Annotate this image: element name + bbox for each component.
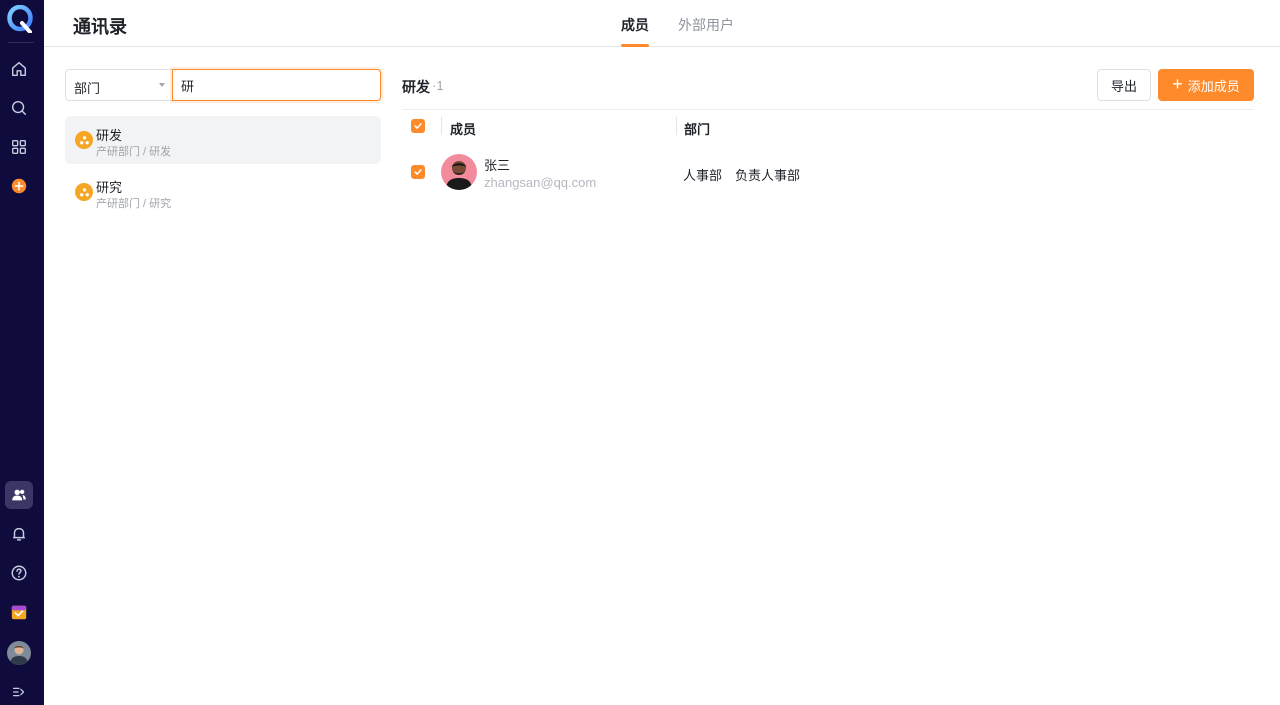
department-icon [75,131,93,149]
department-search-input[interactable] [172,69,381,101]
expand-sidebar-icon[interactable] [8,681,30,703]
column-separator [676,117,677,135]
chevron-down-icon [159,83,165,87]
member-list-title: 研发 [402,79,430,95]
department-name: 研究 [96,180,123,195]
column-header-member: 成员 [450,122,477,137]
sidebar-divider [8,42,34,43]
department-path: 产研部门 / 研发 [96,146,172,158]
contacts-icon[interactable] [8,484,30,506]
add-circle-icon[interactable] [8,175,30,197]
bell-icon[interactable] [8,523,30,545]
divider [402,109,1254,110]
add-member-label: 添加成员 [1187,78,1240,94]
app-logo[interactable] [7,4,33,34]
help-icon[interactable] [8,562,30,584]
page-title: 通讯录 [73,17,127,37]
apps-grid-icon[interactable] [8,136,30,158]
add-member-button[interactable]: + 添加成员 [1158,69,1254,101]
member-avatar [441,154,477,190]
row-checkbox[interactable] [411,165,425,179]
column-header-department: 部门 [684,122,711,137]
search-icon[interactable] [8,97,30,119]
department-icon [75,183,93,201]
member-name: 张三 [484,158,511,173]
column-separator [441,117,442,135]
tab-external-users[interactable]: 外部用户 [678,15,734,35]
user-avatar[interactable] [7,641,31,665]
member-count: ·1 [432,78,444,93]
active-tab-indicator [621,44,649,47]
sidebar [0,0,44,705]
plus-icon: + [1172,73,1183,94]
export-button[interactable]: 导出 [1097,69,1151,101]
filter-type-value: 部门 [74,81,101,96]
department-item-研发[interactable]: 研发 产研部门 / 研发 [65,116,381,164]
member-department-tag: 负责人事部 [735,168,801,183]
member-department-tag: 人事部 [683,168,723,183]
page-header: 通讯录 成员 外部用户 [44,0,1280,47]
tab-members[interactable]: 成员 [621,15,649,35]
member-email: zhangsan@qq.com [484,175,597,190]
filter-type-select[interactable]: 部门 [65,69,173,101]
select-all-checkbox[interactable] [411,119,425,133]
department-item-研究[interactable]: 研究 产研部门 / 研究 [65,168,381,216]
department-path: 产研部门 / 研究 [96,198,172,210]
home-icon[interactable] [8,58,30,80]
calendar-app-icon[interactable] [8,601,30,623]
department-name: 研发 [96,128,123,143]
